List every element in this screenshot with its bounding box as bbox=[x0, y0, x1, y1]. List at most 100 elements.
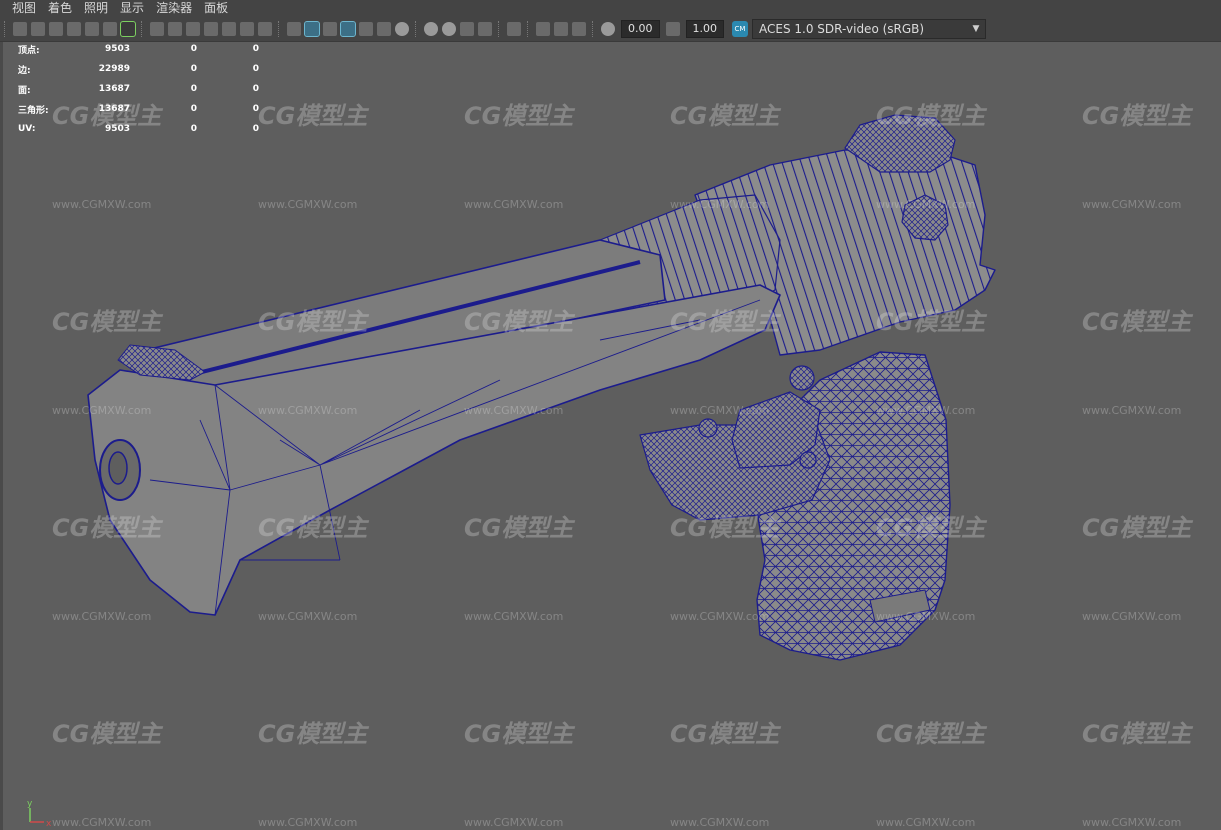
watermark-logo: CG模型主 bbox=[670, 308, 780, 336]
2d-pan-zoom-icon[interactable] bbox=[103, 22, 117, 36]
wireframe-icon[interactable] bbox=[287, 22, 301, 36]
gate-mask-icon[interactable] bbox=[204, 22, 218, 36]
menu-renderer[interactable]: 渲染器 bbox=[156, 0, 192, 17]
isolate-select-icon[interactable] bbox=[507, 22, 521, 36]
hud-value: 22989 bbox=[98, 64, 130, 74]
hud-selected: 0 bbox=[190, 44, 197, 54]
watermark-logo: CG模型主 bbox=[258, 720, 368, 748]
maya-viewport-window: 视图 着色 照明 显示 渲染器 面板 0.00 1.00 CM ACES 1.0… bbox=[0, 0, 1221, 830]
axis-gizmo: y x bbox=[27, 799, 52, 829]
hud-row-vertices: 顶点: 9503 0 0 bbox=[18, 39, 259, 59]
hud-label: 顶点: bbox=[18, 45, 40, 56]
use-all-lights-icon[interactable] bbox=[377, 22, 391, 36]
watermark-logo: CG模型主 bbox=[464, 308, 574, 336]
toolbar-separator bbox=[415, 21, 418, 37]
pencil-icon[interactable] bbox=[120, 21, 136, 37]
grip-screw-mesh[interactable] bbox=[799, 451, 817, 469]
xray-icon[interactable] bbox=[536, 22, 550, 36]
depth-of-field-icon[interactable] bbox=[478, 22, 492, 36]
default-material-icon[interactable] bbox=[323, 22, 337, 36]
camera-attributes-icon[interactable] bbox=[31, 22, 45, 36]
hud-label: 三角形: bbox=[18, 105, 49, 116]
slide-release-mesh[interactable] bbox=[789, 365, 815, 391]
screen-space-ao-icon[interactable] bbox=[424, 22, 438, 36]
hud-row-uvs: UV: 9503 0 0 bbox=[18, 119, 259, 139]
grid-icon[interactable] bbox=[150, 22, 164, 36]
watermark-url: www.CGMXW.com bbox=[464, 404, 564, 417]
watermark-url: www.CGMXW.com bbox=[464, 816, 564, 829]
hud-uv: 0 bbox=[252, 64, 259, 74]
watermark-url: www.CGMXW.com bbox=[1082, 816, 1182, 829]
bookmarks-icon[interactable] bbox=[49, 22, 63, 36]
chevron-down-icon: ▼ bbox=[972, 24, 980, 34]
watermark-logo: CG模型主 bbox=[464, 720, 574, 748]
safe-action-icon[interactable] bbox=[240, 22, 254, 36]
watermark-logo: CG模型主 bbox=[876, 102, 986, 130]
xray-joints-icon[interactable] bbox=[572, 22, 586, 36]
view-transform-dropdown[interactable]: ACES 1.0 SDR-video (sRGB) ▼ bbox=[752, 19, 986, 39]
color-management-icon[interactable]: CM bbox=[732, 21, 748, 37]
watermark-logo: CG模型主 bbox=[876, 308, 986, 336]
menu-panels[interactable]: 面板 bbox=[204, 0, 228, 17]
menu-view[interactable]: 视图 bbox=[12, 0, 36, 17]
menu-lighting[interactable]: 照明 bbox=[84, 0, 108, 17]
hud-label: 边: bbox=[18, 65, 31, 76]
watermark-url: www.CGMXW.com bbox=[670, 404, 770, 417]
field-chart-icon[interactable] bbox=[222, 22, 236, 36]
pistol-mesh[interactable] bbox=[87, 114, 996, 661]
grease-pencil-icon[interactable] bbox=[85, 22, 99, 36]
anti-aliasing-icon[interactable] bbox=[460, 22, 474, 36]
hud-uv: 0 bbox=[252, 44, 259, 54]
hud-selected: 0 bbox=[190, 64, 197, 74]
hud-uv: 0 bbox=[252, 104, 259, 114]
shadows-icon[interactable] bbox=[395, 22, 409, 36]
watermark-url: www.CGMXW.com bbox=[876, 610, 976, 623]
hud-row-edges: 边: 22989 0 0 bbox=[18, 59, 259, 79]
watermark-url: www.CGMXW.com bbox=[876, 816, 976, 829]
toolbar-separator bbox=[278, 21, 281, 37]
safe-title-icon[interactable] bbox=[258, 22, 272, 36]
watermark-url: www.CGMXW.com bbox=[670, 198, 770, 211]
textured-icon[interactable] bbox=[359, 22, 373, 36]
camera-select-icon[interactable] bbox=[13, 22, 27, 36]
hud-selected: 0 bbox=[190, 84, 197, 94]
watermark-logo: CG模型主 bbox=[1082, 720, 1192, 748]
takedown-pin-mesh[interactable] bbox=[698, 418, 718, 438]
watermark-url: www.CGMXW.com bbox=[52, 610, 152, 623]
hud-row-faces: 面: 13687 0 0 bbox=[18, 79, 259, 99]
watermark-url: www.CGMXW.com bbox=[670, 610, 770, 623]
watermark-url: www.CGMXW.com bbox=[1082, 198, 1182, 211]
smooth-shade-icon[interactable] bbox=[304, 21, 320, 37]
hud-uv: 0 bbox=[252, 84, 259, 94]
watermark-url: www.CGMXW.com bbox=[258, 404, 358, 417]
watermark-logo: CG模型主 bbox=[258, 308, 368, 336]
panel-menubar: 视图 着色 照明 显示 渲染器 面板 bbox=[0, 0, 1221, 17]
hud-label: 面: bbox=[18, 85, 31, 96]
exposure-field[interactable]: 0.00 bbox=[621, 20, 660, 38]
watermark-url: www.CGMXW.com bbox=[52, 816, 152, 829]
exposure-icon[interactable] bbox=[601, 22, 615, 36]
watermark-url: www.CGMXW.com bbox=[258, 610, 358, 623]
menu-shading[interactable]: 着色 bbox=[48, 0, 72, 17]
gamma-icon[interactable] bbox=[665, 22, 680, 36]
watermark-url: www.CGMXW.com bbox=[1082, 404, 1182, 417]
film-gate-icon[interactable] bbox=[168, 22, 182, 36]
image-plane-icon[interactable] bbox=[67, 22, 81, 36]
watermark-logo: CG模型主 bbox=[464, 102, 574, 130]
hud-value: 9503 bbox=[104, 124, 130, 134]
toolbar-separator bbox=[527, 21, 530, 37]
watermark-url: www.CGMXW.com bbox=[464, 198, 564, 211]
hud-label: UV: bbox=[18, 124, 36, 134]
wireframe-on-shaded-icon[interactable] bbox=[340, 21, 356, 37]
watermark-logo: CG模型主 bbox=[1082, 308, 1192, 336]
view-transform-label: ACES 1.0 SDR-video (sRGB) bbox=[759, 22, 925, 36]
gamma-field[interactable]: 1.00 bbox=[685, 20, 724, 38]
motion-blur-icon[interactable] bbox=[442, 22, 456, 36]
resolution-gate-icon[interactable] bbox=[186, 22, 200, 36]
3d-viewport[interactable]: y x bbox=[0, 42, 1221, 830]
hud-uv: 0 bbox=[252, 124, 259, 134]
menu-show[interactable]: 显示 bbox=[120, 0, 144, 17]
hud-row-triangles: 三角形: 13687 0 0 bbox=[18, 99, 259, 119]
xray-active-components-icon[interactable] bbox=[554, 22, 568, 36]
toolbar-separator bbox=[592, 21, 595, 37]
